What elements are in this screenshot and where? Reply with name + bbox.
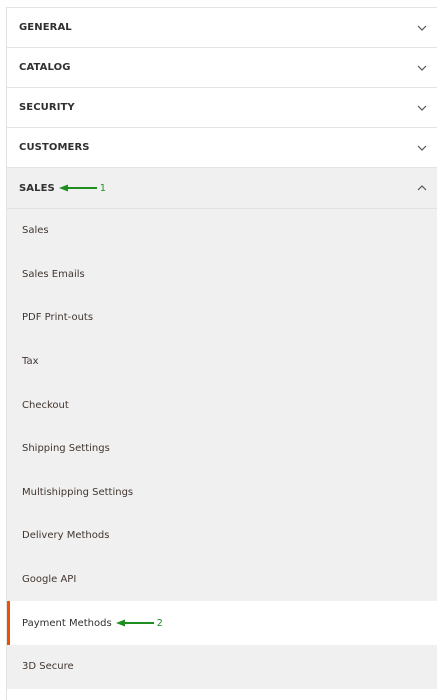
submenu-item-multishipping-settings[interactable]: Multishipping Settings	[7, 471, 437, 515]
chevron-down-icon	[415, 61, 429, 75]
annotation-marker: 1	[58, 182, 106, 194]
submenu-item-checkout[interactable]: Checkout	[7, 383, 437, 427]
config-tabs-panel: GENERAL CATALOG SECURITY CUSTOMERS SALES	[6, 7, 437, 700]
section-general[interactable]: GENERAL	[7, 8, 437, 48]
chevron-up-icon	[415, 181, 429, 195]
section-title: GENERAL	[19, 22, 72, 33]
submenu-item-shipping-settings[interactable]: Shipping Settings	[7, 427, 437, 471]
submenu-item-payment-methods[interactable]: Payment Methods 2	[7, 601, 437, 645]
submenu-item-label: Multishipping Settings	[22, 486, 134, 498]
submenu-item-label: Sales Emails	[22, 268, 85, 280]
submenu-item-label: Payment Methods	[22, 617, 112, 629]
submenu-item-label: Sales	[22, 225, 49, 237]
submenu-item-label: PDF Print-outs	[22, 312, 94, 324]
annotation-marker: 2	[115, 617, 163, 629]
section-customers[interactable]: CUSTOMERS	[7, 128, 437, 168]
submenu-item-label: Shipping Settings	[22, 443, 110, 455]
chevron-down-icon	[415, 101, 429, 115]
chevron-down-icon	[415, 21, 429, 35]
annotation-number: 1	[99, 182, 106, 194]
section-title: SALES	[19, 182, 55, 194]
submenu-item-tax[interactable]: Tax	[7, 340, 437, 384]
section-title: CUSTOMERS	[19, 142, 90, 153]
section-title: SECURITY	[19, 102, 75, 113]
chevron-down-icon	[415, 141, 429, 155]
section-security[interactable]: SECURITY	[7, 88, 437, 128]
sales-submenu: Sales Sales Emails PDF Print-outs Tax Ch…	[7, 209, 437, 689]
submenu-item-sales[interactable]: Sales	[7, 209, 437, 253]
arrow-left-icon	[115, 619, 154, 627]
section-title: CATALOG	[19, 62, 71, 73]
section-sales[interactable]: SALES 1	[7, 168, 437, 209]
submenu-item-label: Tax	[22, 356, 39, 368]
submenu-item-label: Google API	[22, 574, 77, 586]
submenu-item-label: Delivery Methods	[22, 530, 110, 542]
arrow-left-icon	[58, 184, 97, 192]
annotation-number: 2	[156, 617, 163, 629]
submenu-item-label: Checkout	[22, 399, 69, 411]
submenu-item-pdf-print-outs[interactable]: PDF Print-outs	[7, 296, 437, 340]
submenu-item-3d-secure[interactable]: 3D Secure	[7, 645, 437, 689]
section-title-wrap: SALES 1	[19, 183, 106, 194]
submenu-item-google-api[interactable]: Google API	[7, 558, 437, 602]
submenu-item-sales-emails[interactable]: Sales Emails	[7, 253, 437, 297]
submenu-item-delivery-methods[interactable]: Delivery Methods	[7, 514, 437, 558]
section-catalog[interactable]: CATALOG	[7, 48, 437, 88]
submenu-item-label: 3D Secure	[22, 661, 74, 673]
